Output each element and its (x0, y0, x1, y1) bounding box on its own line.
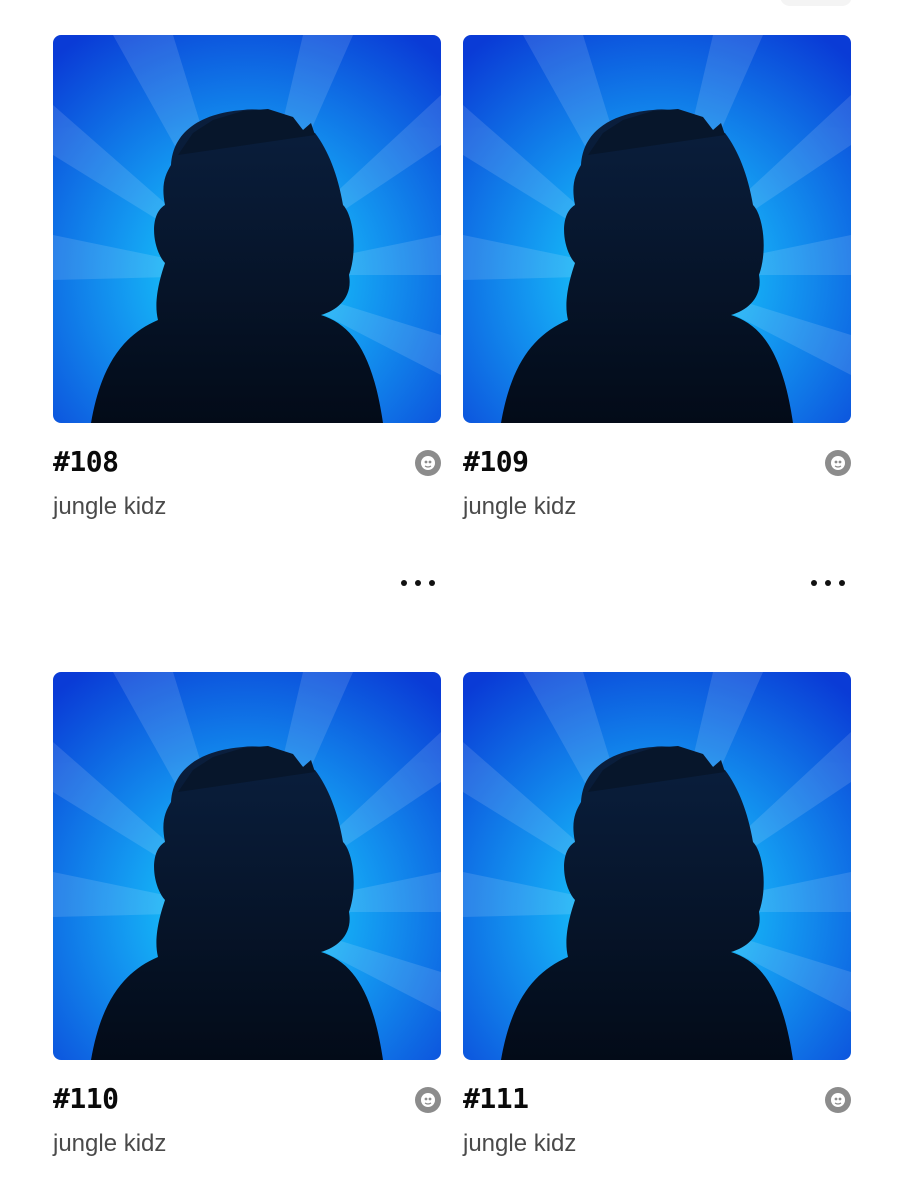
nft-card[interactable]: #108 jungle kidz (53, 35, 441, 586)
nft-title: #111 (463, 1082, 529, 1115)
collection-name[interactable]: jungle kidz (53, 1130, 166, 1158)
ape-badge-icon (825, 1087, 851, 1113)
collection-name[interactable]: jungle kidz (463, 1130, 576, 1158)
more-horizontal-icon (401, 580, 407, 586)
nft-title: #109 (463, 445, 529, 478)
ape-badge-icon (825, 450, 851, 476)
top-pill-button[interactable] (780, 0, 852, 6)
nft-image[interactable] (53, 672, 441, 1060)
more-options-button[interactable] (401, 573, 435, 593)
nft-card[interactable]: #110 jungle kidz (53, 672, 441, 1157)
nft-card[interactable]: #109 jungle kidz (463, 35, 851, 586)
ape-badge-icon (415, 1087, 441, 1113)
more-horizontal-icon (811, 580, 817, 586)
nft-image[interactable] (463, 35, 851, 423)
ape-badge-icon (415, 450, 441, 476)
nft-title: #110 (53, 1082, 119, 1115)
collection-name[interactable]: jungle kidz (53, 493, 166, 521)
nft-title: #108 (53, 445, 119, 478)
nft-image[interactable] (463, 672, 851, 1060)
nft-card[interactable]: #111 jungle kidz (463, 672, 851, 1157)
nft-image[interactable] (53, 35, 441, 423)
collection-name[interactable]: jungle kidz (463, 493, 576, 521)
more-options-button[interactable] (811, 573, 845, 593)
